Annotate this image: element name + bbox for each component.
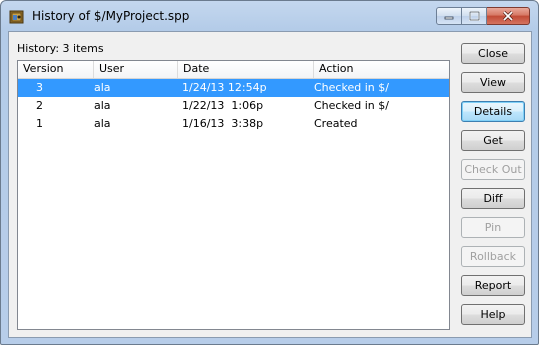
close-button[interactable]: Close bbox=[461, 43, 525, 64]
date-cell: 1/24/13 12:54p bbox=[182, 81, 267, 94]
version-cell: 1 bbox=[36, 117, 43, 130]
history-list[interactable]: Version User Date Action 3 ala 1/24/13 1… bbox=[17, 60, 450, 330]
window-title: History of $/MyProject.spp bbox=[32, 9, 190, 23]
details-button[interactable]: Details bbox=[461, 101, 525, 122]
list-header: Version User Date Action bbox=[18, 61, 449, 79]
report-button[interactable]: Report bbox=[461, 275, 525, 296]
history-dialog: History of $/MyProject.spp History: 3 it… bbox=[0, 0, 539, 345]
column-header-date[interactable]: Date bbox=[178, 61, 314, 78]
get-button[interactable]: Get bbox=[461, 130, 525, 151]
check-out-button[interactable]: Check Out bbox=[461, 159, 525, 180]
version-cell: 2 bbox=[36, 99, 43, 112]
close-window-button[interactable] bbox=[487, 7, 530, 25]
maximize-icon bbox=[468, 11, 480, 21]
version-cell: 3 bbox=[36, 81, 43, 94]
view-button[interactable]: View bbox=[461, 72, 525, 93]
dialog-client-area: History: 3 items Version User Date Actio… bbox=[8, 31, 532, 338]
pin-button[interactable]: Pin bbox=[461, 217, 525, 238]
maximize-button[interactable] bbox=[462, 7, 487, 25]
history-count-label: History: 3 items bbox=[17, 42, 104, 55]
user-cell: ala bbox=[94, 99, 111, 112]
user-cell: ala bbox=[94, 81, 111, 94]
action-cell: Checked in $/ bbox=[314, 99, 389, 112]
sourcesafe-app-icon bbox=[9, 9, 25, 25]
caption-buttons bbox=[436, 7, 530, 25]
table-row[interactable]: 3 ala 1/24/13 12:54p Checked in $/ bbox=[18, 79, 449, 97]
minimize-button[interactable] bbox=[436, 7, 462, 25]
diff-button[interactable]: Diff bbox=[461, 188, 525, 209]
minimize-icon bbox=[444, 16, 454, 20]
rollback-button[interactable]: Rollback bbox=[461, 246, 525, 267]
title-bar[interactable]: History of $/MyProject.spp bbox=[1, 1, 538, 31]
table-row[interactable]: 1 ala 1/16/13 3:38p Created bbox=[18, 115, 449, 133]
column-header-action[interactable]: Action bbox=[314, 61, 449, 78]
table-row[interactable]: 2 ala 1/22/13 1:06p Checked in $/ bbox=[18, 97, 449, 115]
date-cell: 1/16/13 3:38p bbox=[182, 117, 264, 130]
help-button[interactable]: Help bbox=[461, 304, 525, 325]
action-cell: Checked in $/ bbox=[314, 81, 389, 94]
close-icon bbox=[502, 11, 514, 21]
action-cell: Created bbox=[314, 117, 358, 130]
column-header-version[interactable]: Version bbox=[18, 61, 94, 78]
date-cell: 1/22/13 1:06p bbox=[182, 99, 264, 112]
column-header-user[interactable]: User bbox=[94, 61, 178, 78]
user-cell: ala bbox=[94, 117, 111, 130]
